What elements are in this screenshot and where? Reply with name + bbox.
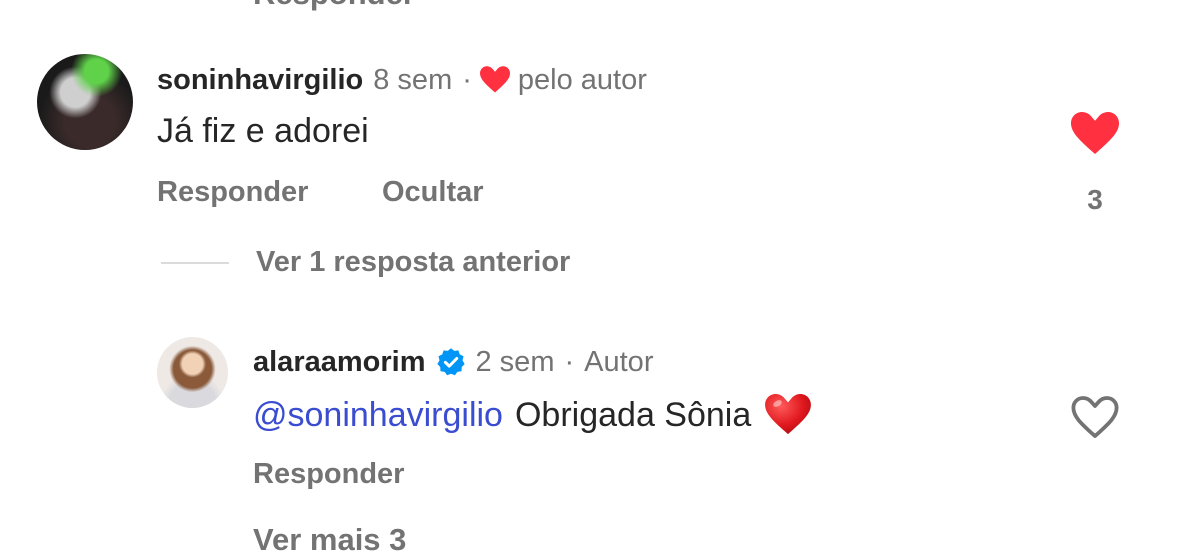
- previous-reply-button[interactable]: Responder: [253, 0, 415, 12]
- reply-text: @soninhavirgilio Obrigada Sônia: [253, 394, 812, 436]
- reply-message: Obrigada Sônia: [514, 395, 752, 434]
- like-count: 3: [1087, 184, 1103, 215]
- reply-time: 2 sem: [475, 345, 555, 378]
- heart-outline-icon[interactable]: [1071, 396, 1119, 445]
- comment-text: Já fiz e adorei: [157, 112, 369, 150]
- view-previous-replies-button[interactable]: Ver 1 resposta anterior: [256, 246, 570, 279]
- red-heart-emoji-icon: [765, 394, 812, 436]
- avatar[interactable]: [157, 337, 228, 408]
- comment-header: soninhavirgilio 8 sem · pelo autor: [157, 60, 647, 100]
- comment-time: 8 sem: [373, 63, 453, 96]
- liked-by-author-label: pelo autor: [517, 63, 647, 96]
- comment-username[interactable]: soninhavirgilio: [157, 64, 363, 97]
- small-heart-icon: [479, 66, 510, 94]
- separator-dot: ·: [564, 345, 575, 378]
- separator-dot: ·: [462, 63, 472, 96]
- view-more-replies-button[interactable]: Ver mais 3: [253, 522, 406, 558]
- avatar[interactable]: [37, 54, 133, 150]
- heart-filled-icon[interactable]: [1071, 112, 1119, 161]
- reply-username[interactable]: alaraamorim: [253, 346, 426, 379]
- hide-button[interactable]: Ocultar: [382, 176, 484, 209]
- mention-link[interactable]: @soninhavirgilio: [253, 396, 503, 435]
- replies-divider-line: [161, 262, 229, 264]
- author-label: Autor: [584, 345, 654, 378]
- reply-button[interactable]: Responder: [157, 176, 308, 209]
- reply-header: alaraamorim 2 sem · Autor: [253, 342, 653, 382]
- verified-badge-icon: [436, 347, 466, 377]
- reply-button[interactable]: Responder: [253, 458, 404, 491]
